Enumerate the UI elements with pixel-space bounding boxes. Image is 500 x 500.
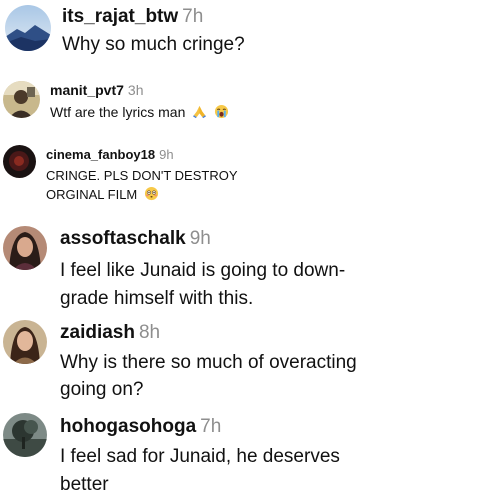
timestamp: 7h bbox=[182, 6, 204, 27]
timestamp: 9h bbox=[159, 147, 174, 162]
username[interactable]: cinema_fanboy18 bbox=[46, 147, 155, 162]
user-avatar[interactable] bbox=[3, 81, 40, 118]
person-photo-avatar-icon bbox=[3, 81, 40, 118]
username[interactable]: assoftaschalk bbox=[60, 228, 186, 249]
comment-header: cinema_fanboy18 9h bbox=[46, 147, 174, 162]
timestamp: 8h bbox=[138, 322, 161, 343]
comment-text: Why so much cringe? bbox=[62, 34, 245, 55]
woman-portrait-avatar-icon bbox=[3, 320, 47, 364]
loudly-crying-emoji-icon bbox=[214, 104, 229, 122]
comment-text-line: Why is there so much of overacting bbox=[60, 352, 357, 373]
username[interactable]: zaidiash bbox=[60, 322, 135, 343]
user-avatar[interactable] bbox=[5, 5, 51, 51]
timestamp: 9h bbox=[189, 228, 211, 249]
comment-item: zaidiash 8h Why is there so much of overa… bbox=[0, 316, 500, 406]
comment-text: I feel like Junaid is going to down- gra… bbox=[60, 257, 380, 313]
comment-text: CRINGE. PLS DON'T DESTROY ORGINAL FILM bbox=[46, 166, 306, 206]
comment-header: zaidiash 8h bbox=[60, 322, 160, 344]
folded-hands-emoji-icon bbox=[192, 104, 207, 122]
comment-header: manit_pvt7 3h bbox=[50, 82, 144, 98]
comment-text: Why is there so much of overacting going… bbox=[60, 349, 390, 403]
username[interactable]: hohogasohoga bbox=[60, 416, 196, 437]
dark-red-avatar-icon bbox=[3, 145, 36, 178]
comment-header: hohogasohoga 7h bbox=[60, 416, 221, 438]
comment-header: its_rajat_btw 7h bbox=[62, 6, 203, 28]
timestamp: 7h bbox=[200, 416, 222, 437]
username[interactable]: manit_pvt7 bbox=[50, 82, 124, 98]
comment-text-line: grade himself with this. bbox=[60, 288, 254, 309]
comment-text-line: better bbox=[60, 474, 109, 495]
tree-landscape-avatar-icon bbox=[3, 413, 47, 457]
comment-text-line: I feel like Junaid is going to down- bbox=[60, 260, 346, 281]
user-avatar[interactable] bbox=[3, 320, 47, 364]
comment-item: hohogasohoga 7h I feel sad for Junaid, he… bbox=[0, 408, 500, 500]
user-avatar[interactable] bbox=[3, 226, 47, 270]
comment-item: manit_pvt7 3h Wtf are the lyrics man bbox=[0, 78, 500, 130]
comment-text-line: going on? bbox=[60, 379, 144, 400]
comment-text-line: CRINGE. PLS DON'T DESTROY bbox=[46, 168, 238, 183]
user-avatar[interactable] bbox=[3, 413, 47, 457]
comment-text: I feel sad for Junaid, he deserves bette… bbox=[60, 443, 380, 499]
mountain-sky-avatar-icon bbox=[5, 5, 51, 51]
comment-header: assoftaschalk 9h bbox=[60, 228, 211, 250]
username[interactable]: its_rajat_btw bbox=[62, 6, 178, 27]
timestamp: 3h bbox=[127, 82, 144, 98]
user-avatar[interactable] bbox=[3, 145, 36, 178]
flushed-face-emoji-icon bbox=[144, 186, 159, 206]
comment-item: its_rajat_btw 7h Why so much cringe? bbox=[0, 0, 500, 65]
comment-text: Wtf are the lyrics man bbox=[50, 104, 229, 122]
comment-text-content: Wtf are the lyrics man bbox=[50, 104, 186, 120]
comment-text-line: ORGINAL FILM bbox=[46, 187, 138, 202]
comment-item: cinema_fanboy18 9h CRINGE. PLS DON'T DEST… bbox=[0, 143, 500, 215]
comment-text-line: I feel sad for Junaid, he deserves bbox=[60, 446, 340, 467]
comment-text-line-wrap: ORGINAL FILM bbox=[46, 185, 306, 206]
woman-portrait-avatar-icon bbox=[3, 226, 47, 270]
comment-item: assoftaschalk 9h I feel like Junaid is go… bbox=[0, 222, 500, 312]
